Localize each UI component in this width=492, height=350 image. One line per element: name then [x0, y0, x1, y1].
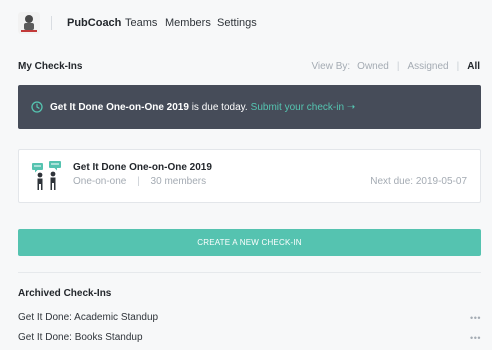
section-divider: [18, 272, 481, 273]
filter-separator: |: [456, 61, 460, 72]
clock-icon: [31, 101, 43, 113]
nav-settings-link[interactable]: Settings: [217, 17, 257, 29]
archived-checkin-item[interactable]: Get It Done: Books Standup •••: [18, 332, 481, 346]
my-checkins-title: My Check-Ins: [18, 61, 83, 72]
banner-checkin-name: Get It Done One-on-One 2019: [50, 101, 189, 113]
checkin-card-title[interactable]: Get It Done One-on-One 2019: [73, 162, 212, 173]
banner-due-text: is due today.: [188, 101, 248, 113]
user-avatar-icon: [18, 12, 40, 34]
checkin-card-meta: One-on-one | 30 members: [73, 176, 206, 187]
checkin-type: One-on-one: [73, 176, 127, 187]
more-options-icon[interactable]: •••: [470, 333, 481, 343]
view-by-filter: View By: Owned | Assigned | All: [311, 61, 480, 72]
checkin-member-count: 30 members: [150, 176, 207, 187]
one-on-one-icon: [32, 161, 61, 190]
nav-divider: [51, 16, 52, 30]
filter-separator: |: [396, 61, 400, 72]
top-nav: PubCoach Teams Members Settings: [0, 0, 492, 46]
checkin-card[interactable]: Get It Done One-on-One 2019 One-on-one |…: [18, 149, 481, 203]
checkin-next-due: Next due: 2019-05-07: [370, 176, 467, 187]
brand-link[interactable]: PubCoach: [67, 17, 121, 29]
more-options-icon[interactable]: •••: [470, 313, 481, 323]
archived-checkins-title: Archived Check-Ins: [18, 288, 112, 299]
nav-members-link[interactable]: Members: [165, 17, 211, 29]
archived-checkin-item[interactable]: Get It Done: Academic Standup •••: [18, 312, 481, 326]
view-all-option[interactable]: All: [467, 61, 480, 72]
nav-teams-link[interactable]: Teams: [125, 17, 157, 29]
view-owned-option[interactable]: Owned: [357, 61, 389, 72]
archived-checkin-label[interactable]: Get It Done: Academic Standup: [18, 312, 158, 323]
due-today-banner: Get It Done One-on-One 2019 is due today…: [18, 85, 481, 129]
archived-checkin-label[interactable]: Get It Done: Books Standup: [18, 332, 143, 343]
view-by-label: View By:: [311, 61, 351, 72]
banner-message: Get It Done One-on-One 2019 is due today…: [50, 102, 248, 113]
avatar[interactable]: [18, 12, 40, 34]
submit-checkin-link[interactable]: Submit your check-in ➝: [251, 102, 356, 113]
view-assigned-option[interactable]: Assigned: [407, 61, 448, 72]
create-checkin-button[interactable]: CREATE A NEW CHECK-IN: [18, 229, 481, 256]
meta-separator: |: [137, 176, 140, 187]
